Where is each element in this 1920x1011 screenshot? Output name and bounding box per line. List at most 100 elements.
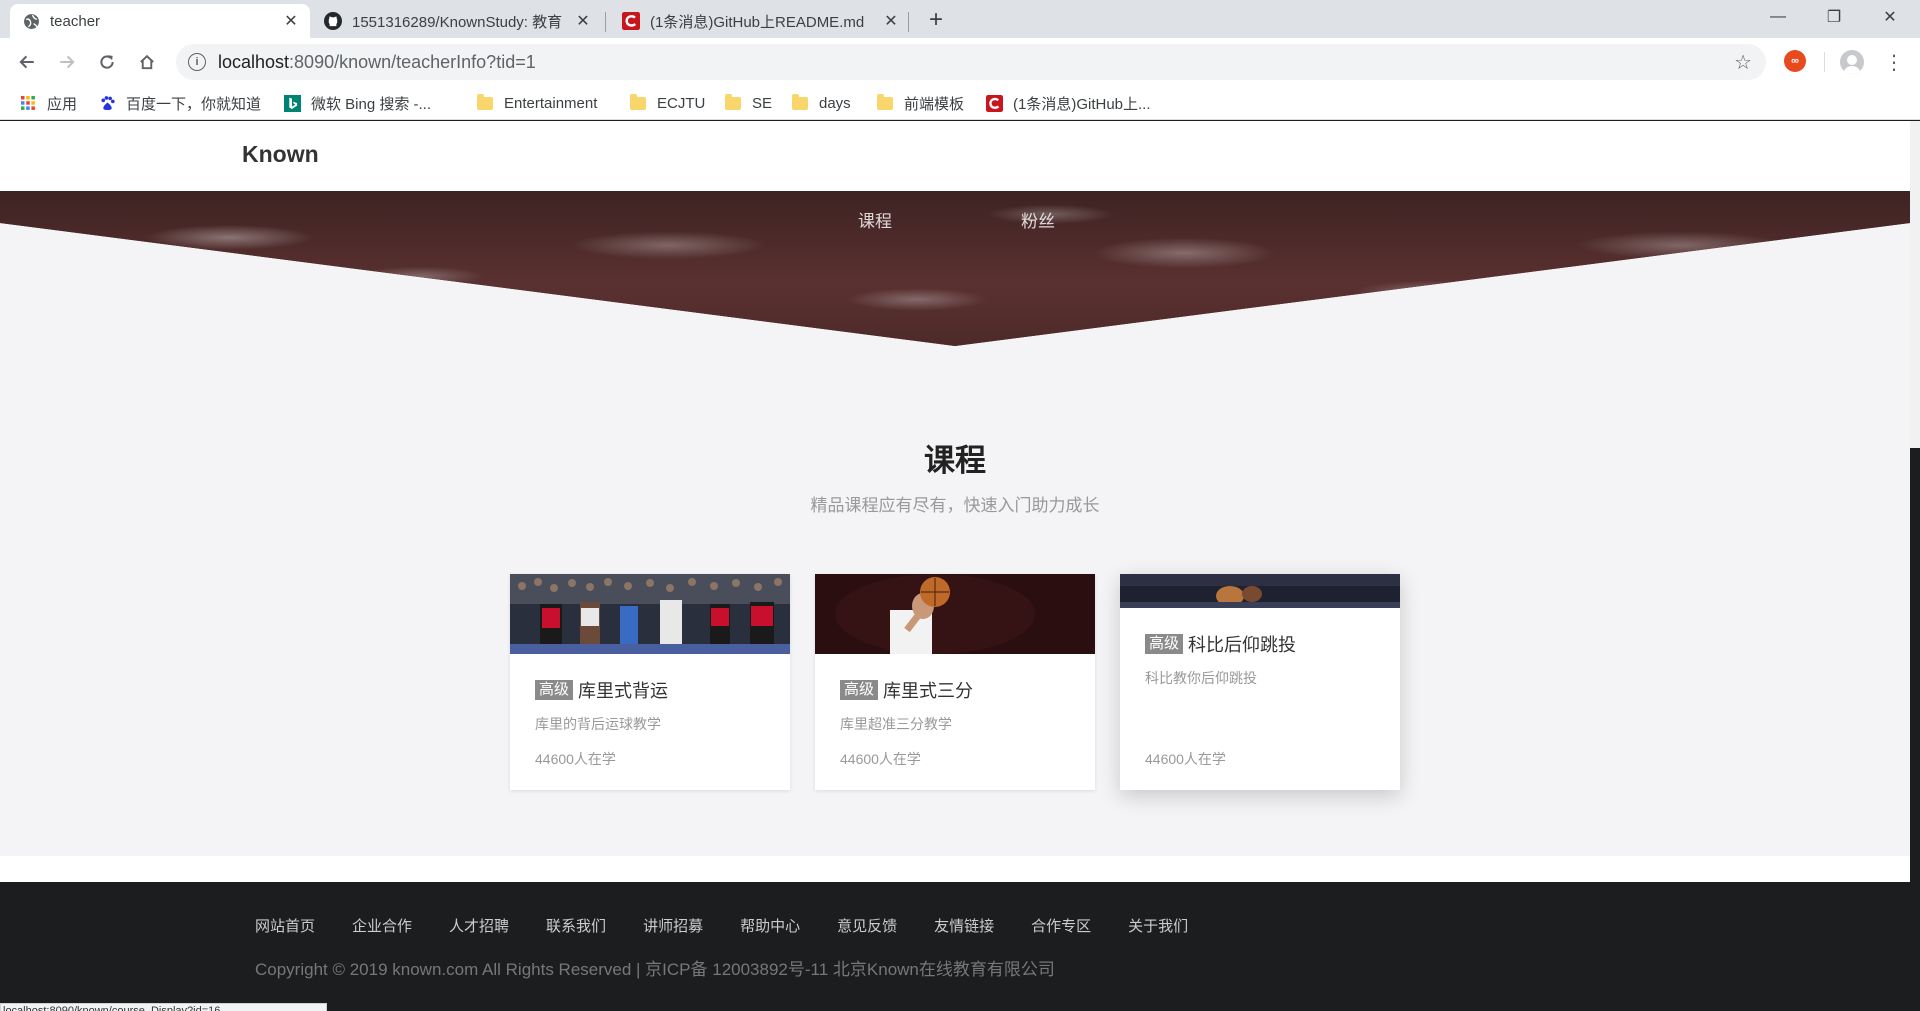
bookmark-label: days — [819, 94, 851, 112]
tab-teacher[interactable]: teacher ✕ — [10, 4, 310, 38]
new-tab-button[interactable]: + — [922, 6, 950, 34]
bookmarks-bar: 应用 百度一下，你就知道 微软 Bing 搜索 -... Entertainme… — [0, 86, 1920, 120]
footer-link-help[interactable]: 帮助中心 — [740, 915, 800, 936]
tab-title: 1551316289/KnownStudy: 教育 — [352, 13, 563, 31]
course-thumbnail — [1120, 574, 1400, 608]
bookmark-apps[interactable]: 应用 — [19, 92, 77, 114]
bookmark-folder-frontend-templates[interactable]: 前端模板 — [876, 92, 964, 114]
bookmark-folder-se[interactable]: SE — [724, 92, 772, 114]
folder-icon — [791, 93, 809, 112]
hero-background-image — [0, 191, 1910, 346]
profile-avatar-icon[interactable] — [1840, 50, 1864, 74]
footer-link-cooperation[interactable]: 合作专区 — [1031, 915, 1091, 936]
tab-separator — [908, 12, 909, 32]
csdn-icon — [985, 94, 1003, 112]
close-window-button[interactable]: ✕ — [1862, 0, 1918, 34]
back-arrow-icon[interactable] — [11, 46, 43, 78]
reload-icon[interactable] — [91, 46, 123, 78]
course-title-row: 高级 库里式背运 — [535, 677, 775, 703]
restore-button[interactable]: ❐ — [1806, 0, 1862, 34]
bookmark-label: (1条消息)GitHub上... — [1013, 95, 1151, 113]
home-icon[interactable] — [131, 46, 163, 78]
site-logo[interactable]: Known — [242, 141, 319, 168]
section-title: 课程 — [924, 443, 986, 478]
extension-icon[interactable]: ∞ — [1784, 50, 1806, 72]
address-bar[interactable]: i localhost:8090/known/teacherInfo?tid=1… — [176, 44, 1766, 80]
hero-stat-courses: 课程 — [858, 212, 892, 231]
level-badge: 高级 — [1145, 634, 1184, 654]
bookmark-label: 微软 Bing 搜索 -... — [311, 95, 432, 113]
hero-stat-fans: 粉丝 — [1021, 212, 1055, 231]
bookmark-folder-entertainment[interactable]: Entertainment — [476, 92, 597, 114]
close-icon[interactable]: ✕ — [882, 12, 900, 30]
bookmark-label: 应用 — [47, 95, 78, 113]
tab-title: teacher — [50, 12, 101, 30]
footer-link-partnership[interactable]: 企业合作 — [352, 915, 412, 936]
baidu-paw-icon — [98, 94, 116, 112]
toolbar-separator — [1824, 52, 1825, 72]
course-learner-count: 44600人在学 — [840, 751, 921, 767]
footer-link-contact[interactable]: 联系我们 — [546, 915, 606, 936]
github-icon — [324, 12, 342, 30]
tab-title: (1条消息)GitHub上README.md — [650, 13, 865, 31]
globe-icon — [22, 12, 40, 30]
course-thumbnail — [510, 574, 790, 654]
url-host: localhost — [218, 52, 290, 72]
course-card-body: 高级 库里式三分 库里超准三分教学 — [840, 677, 1080, 734]
folder-icon — [876, 93, 894, 112]
course-learner-count: 44600人在学 — [535, 751, 616, 767]
course-card[interactable]: 高级 库里式三分 库里超准三分教学 44600人在学 — [815, 574, 1095, 790]
footer-link-home[interactable]: 网站首页 — [255, 915, 315, 936]
footer-link-about[interactable]: 关于我们 — [1128, 915, 1188, 936]
tab-separator — [605, 12, 606, 32]
copyright-text: Copyright © 2019 known.com All Rights Re… — [255, 960, 1055, 979]
apps-grid-icon — [19, 94, 37, 112]
bookmark-csdn[interactable]: (1条消息)GitHub上... — [985, 92, 1151, 114]
bookmark-baidu[interactable]: 百度一下，你就知道 — [98, 92, 261, 114]
forward-arrow-icon[interactable] — [51, 46, 83, 78]
footer-link-jobs[interactable]: 人才招聘 — [449, 915, 509, 936]
course-description: 库里超准三分教学 — [840, 716, 952, 732]
scrollbar-track[interactable] — [1910, 121, 1920, 448]
bookmark-label: 前端模板 — [904, 95, 965, 113]
address-url: localhost:8090/known/teacherInfo?tid=1 — [218, 52, 536, 73]
close-icon[interactable]: ✕ — [282, 12, 300, 30]
url-path: :8090/known/teacherInfo?tid=1 — [289, 52, 536, 72]
footer-link-feedback[interactable]: 意见反馈 — [837, 915, 897, 936]
section-subtitle: 精品课程应有尽有，快速入门助力成长 — [810, 496, 1100, 515]
bookmark-label: ECJTU — [657, 94, 706, 112]
tab-github[interactable]: 1551316289/KnownStudy: 教育 ✕ — [312, 4, 602, 38]
footer-link-friend-links[interactable]: 友情链接 — [934, 915, 994, 936]
minimize-button[interactable]: — — [1750, 0, 1806, 34]
main-section: 课程 粉丝 课程 精品课程应有尽有，快速入门助力成长 高级 库里式背运 库里的背… — [0, 191, 1910, 856]
site-header: Known — [0, 121, 1910, 191]
level-badge: 高级 — [840, 680, 879, 700]
csdn-icon — [622, 12, 640, 30]
star-icon[interactable]: ☆ — [1734, 50, 1752, 75]
bookmark-bing[interactable]: 微软 Bing 搜索 -... — [283, 92, 431, 114]
course-description: 库里的背后运球教学 — [535, 716, 661, 732]
course-card-body: 高级 科比后仰跳投 科比教你后仰跳投 — [1145, 631, 1385, 688]
folder-icon — [629, 93, 647, 112]
tab-strip: teacher ✕ 1551316289/KnownStudy: 教育 ✕ (1… — [0, 0, 1920, 38]
close-icon[interactable]: ✕ — [574, 12, 592, 30]
site-footer: 网站首页 企业合作 人才招聘 联系我们 讲师招募 帮助中心 意见反馈 友情链接 … — [0, 882, 1910, 1011]
course-title: 库里式三分 — [883, 681, 974, 701]
browser-toolbar: i localhost:8090/known/teacherInfo?tid=1… — [0, 38, 1920, 86]
info-icon[interactable]: i — [188, 53, 206, 71]
course-description: 科比教你后仰跳投 — [1145, 670, 1257, 686]
tab-csdn[interactable]: (1条消息)GitHub上README.md ✕ — [610, 4, 910, 38]
folder-icon — [724, 93, 742, 112]
menu-dots-icon[interactable]: ⋮ — [1882, 50, 1906, 74]
course-card[interactable]: 高级 科比后仰跳投 科比教你后仰跳投 44600人在学 — [1120, 574, 1400, 790]
course-card[interactable]: 高级 库里式背运 库里的背后运球教学 44600人在学 — [510, 574, 790, 790]
footer-link-instructor-recruit[interactable]: 讲师招募 — [643, 915, 703, 936]
bookmark-folder-days[interactable]: days — [791, 92, 851, 114]
course-card-body: 高级 库里式背运 库里的背后运球教学 — [535, 677, 775, 734]
bookmark-folder-ecjtu[interactable]: ECJTU — [629, 92, 705, 114]
footer-divider — [0, 856, 1910, 882]
level-badge: 高级 — [535, 680, 574, 700]
footer-links: 网站首页 企业合作 人才招聘 联系我们 讲师招募 帮助中心 意见反馈 友情链接 … — [255, 915, 1225, 936]
bookmark-label: Entertainment — [504, 94, 598, 112]
course-thumbnail — [815, 574, 1095, 654]
